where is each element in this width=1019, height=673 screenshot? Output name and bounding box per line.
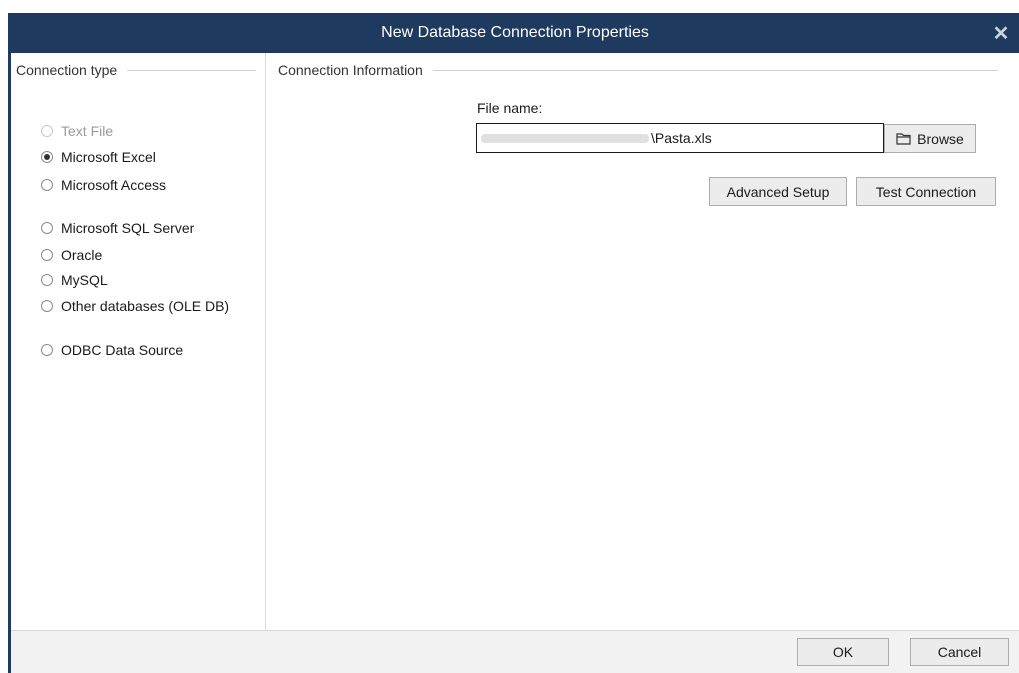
radio-button[interactable] — [41, 274, 53, 286]
folder-icon — [896, 133, 911, 145]
radio-odbc-data-source[interactable]: ODBC Data Source — [41, 342, 183, 358]
connection-type-pane: Connection type Text File Microsoft Exce… — [11, 53, 266, 630]
radio-microsoft-excel[interactable]: Microsoft Excel — [41, 149, 156, 165]
file-name-input[interactable]: \Pasta.xls — [476, 123, 884, 153]
radio-other-databases[interactable]: Other databases (OLE DB) — [41, 298, 229, 314]
dialog-footer: OK Cancel — [11, 630, 1019, 673]
advanced-setup-button[interactable]: Advanced Setup — [709, 177, 847, 206]
radio-button[interactable] — [41, 300, 53, 312]
connection-info-pane: Connection Information File name: \Pasta… — [267, 53, 1019, 630]
radio-button[interactable] — [41, 344, 53, 356]
radio-mysql[interactable]: MySQL — [41, 272, 108, 288]
radio-microsoft-access[interactable]: Microsoft Access — [41, 177, 166, 193]
test-connection-button[interactable]: Test Connection — [856, 177, 996, 206]
radio-button[interactable] — [41, 125, 53, 137]
cancel-button[interactable]: Cancel — [910, 638, 1009, 666]
radio-microsoft-sql-server[interactable]: Microsoft SQL Server — [41, 220, 194, 236]
browse-button[interactable]: Browse — [884, 124, 976, 153]
radio-oracle[interactable]: Oracle — [41, 247, 102, 263]
connection-info-header: Connection Information — [278, 62, 998, 78]
radio-text-file[interactable]: Text File — [41, 123, 113, 139]
radio-button[interactable] — [41, 179, 53, 191]
header-divider — [432, 69, 998, 71]
radio-button[interactable] — [41, 249, 53, 261]
ok-button[interactable]: OK — [797, 638, 889, 666]
dialog-title: New Database Connection Properties — [381, 24, 649, 41]
connection-type-header: Connection type — [16, 62, 256, 78]
file-name-value: \Pasta.xls — [651, 130, 712, 146]
header-divider — [127, 69, 256, 71]
redacted-path — [481, 133, 649, 143]
radio-button[interactable] — [41, 151, 53, 163]
title-bar: New Database Connection Properties ✕ — [11, 13, 1019, 53]
dialog-window: New Database Connection Properties ✕ Con… — [8, 13, 1019, 673]
close-icon[interactable]: ✕ — [987, 19, 1015, 47]
radio-button[interactable] — [41, 222, 53, 234]
file-name-label: File name: — [477, 100, 543, 116]
